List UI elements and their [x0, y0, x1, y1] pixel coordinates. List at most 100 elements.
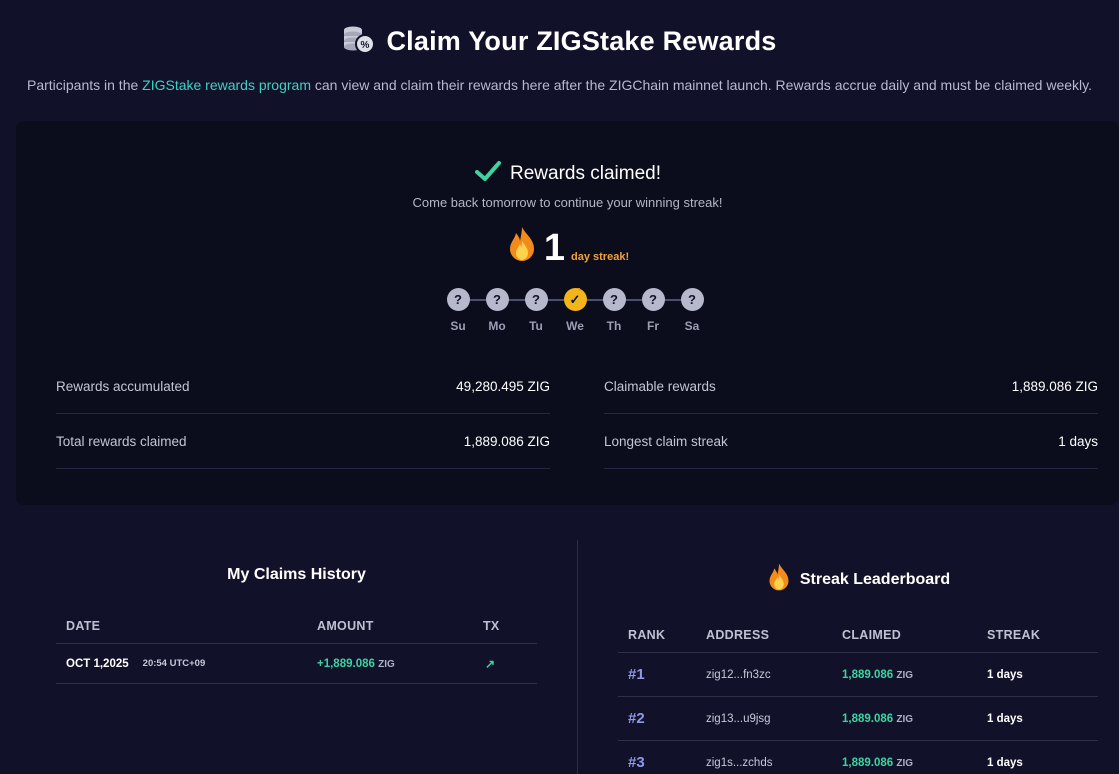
stat-row: Total rewards claimed 1,889.086 ZIG — [56, 414, 550, 469]
leaderboard-rank: #3 — [628, 754, 645, 771]
day-wednesday: ✓ We — [563, 288, 587, 333]
day-label: Su — [450, 319, 466, 333]
svg-text:%: % — [361, 40, 370, 51]
check-icon — [474, 159, 502, 188]
tx-link-icon[interactable]: ↗ — [474, 657, 534, 671]
streak-count: 1 — [543, 227, 566, 269]
stat-value: 1,889.086 ZIG — [463, 433, 550, 449]
leaderboard-streak: 1 days — [987, 668, 1023, 681]
leaderboard-rank: #2 — [628, 710, 645, 727]
week-tracker: ? Su ? Mo ? Tu ✓ We ? Th ? Fr ? Sa — [446, 288, 706, 348]
day-friday: ? Fr — [641, 288, 665, 333]
table-row: #2 zig13...u9jsg 1,889.086 ZIG 1 days — [618, 697, 1098, 741]
comeback-message: Come back tomorrow to continue your winn… — [412, 195, 723, 210]
column-header-amount: AMOUNT — [317, 618, 374, 633]
page-subtitle: Participants in the ZIGStake rewards pro… — [0, 77, 1119, 93]
day-saturday: ? Sa — [680, 288, 704, 333]
day-tuesday: ? Tu — [524, 288, 548, 333]
day-label: We — [566, 319, 584, 333]
stat-value: 49,280.495 ZIG — [456, 378, 550, 394]
page-header: % Claim Your ZIGStake Rewards Participan… — [0, 0, 1119, 93]
leaderboard-streak: 1 days — [987, 756, 1023, 769]
stats-left: Rewards accumulated 49,280.495 ZIG Total… — [56, 359, 550, 469]
subtitle-text-post: can view and claim their rewards here af… — [311, 77, 1092, 93]
amount-unit: ZIG — [378, 658, 395, 670]
day-marker: ? — [680, 288, 704, 311]
leaderboard-streak: 1 days — [987, 712, 1023, 725]
claim-time: 20:54 UTC+09 — [142, 658, 206, 669]
amount-unit: ZIG — [896, 713, 914, 725]
day-marker-completed: ✓ — [563, 288, 587, 311]
table-row: #3 zig1s...zchds 1,889.086 ZIG 1 days — [618, 741, 1098, 774]
stat-label: Total rewards claimed — [56, 433, 187, 449]
claimed-message: Rewards claimed! — [510, 162, 661, 184]
claimed-amount: 1,889.086 — [842, 668, 894, 681]
column-header-claimed: CLAIMED — [842, 627, 902, 642]
title-row: % Claim Your ZIGStake Rewards — [0, 24, 1119, 59]
day-label: Mo — [488, 319, 506, 333]
table-row: OCT 1,2025 20:54 UTC+09 +1,889.086 ZIG ↗ — [56, 644, 537, 684]
streak-display: 1 day streak! — [16, 225, 1119, 268]
leaderboard-title: Streak Leaderboard — [799, 570, 951, 588]
column-header-date: DATE — [66, 618, 101, 633]
amount-unit: ZIG — [896, 669, 914, 681]
rewards-program-link[interactable]: ZIGStake rewards program — [142, 77, 311, 93]
leaderboard-address: zig1s...zchds — [706, 756, 773, 769]
leaderboard-claimed: 1,889.086 ZIG — [842, 713, 987, 725]
leaderboard-claimed: 1,889.086 ZIG — [842, 669, 987, 681]
leaderboard-title-row: Streak Leaderboard — [618, 562, 1098, 597]
page-title: Claim Your ZIGStake Rewards — [386, 26, 777, 56]
column-header-rank: RANK — [628, 627, 666, 642]
day-label: Fr — [647, 319, 659, 333]
day-sunday: ? Su — [446, 288, 470, 333]
day-label: Sa — [684, 319, 700, 333]
stat-row: Rewards accumulated 49,280.495 ZIG — [56, 359, 550, 414]
column-header-address: ADDRESS — [706, 627, 770, 642]
subtitle-text-pre: Participants in the — [26, 77, 143, 93]
streak-leaderboard: Streak Leaderboard RANK ADDRESS CLAIMED … — [618, 562, 1098, 774]
day-monday: ? Mo — [485, 288, 509, 333]
claim-amount: +1,889.086 — [317, 657, 375, 670]
section-divider — [577, 540, 578, 774]
stat-label: Rewards accumulated — [56, 378, 190, 394]
claimed-status: Rewards claimed! — [16, 159, 1119, 188]
day-marker: ? — [524, 288, 548, 311]
stat-value: 1,889.086 ZIG — [1011, 378, 1098, 394]
claims-history: My Claims History DATE AMOUNT TX OCT 1,2… — [56, 566, 537, 684]
claimed-amount: 1,889.086 — [842, 756, 894, 769]
coins-percent-icon: % — [342, 24, 376, 59]
history-amount-cell: +1,889.086 ZIG — [306, 658, 474, 670]
table-row: #1 zig12...fn3zc 1,889.086 ZIG 1 days — [618, 653, 1098, 697]
day-label: Th — [606, 319, 622, 333]
column-header-tx: TX — [483, 618, 500, 633]
claims-history-title: My Claims History — [227, 566, 366, 583]
fire-icon — [506, 225, 538, 268]
stat-label: Claimable rewards — [604, 378, 716, 394]
leaderboard-address: zig13...u9jsg — [706, 712, 771, 725]
day-marker: ? — [641, 288, 665, 311]
rewards-status-card: Rewards claimed! Come back tomorrow to c… — [16, 121, 1119, 505]
day-marker: ? — [485, 288, 509, 311]
day-marker: ? — [446, 288, 470, 311]
history-table-header: DATE AMOUNT TX — [56, 608, 537, 644]
leaderboard-address: zig12...fn3zc — [706, 668, 771, 681]
stats-right: Claimable rewards 1,889.086 ZIG Longest … — [604, 359, 1098, 469]
day-label: Tu — [529, 319, 543, 333]
leaderboard-rank: #1 — [628, 666, 645, 683]
fire-icon — [766, 562, 792, 597]
streak-label: day streak! — [571, 251, 630, 263]
amount-unit: ZIG — [896, 757, 914, 769]
claim-date: OCT 1,2025 — [66, 657, 129, 670]
check-mark: ✓ — [569, 292, 581, 307]
stat-value: 1 days — [1058, 433, 1098, 449]
leaderboard-claimed: 1,889.086 ZIG — [842, 757, 987, 769]
day-marker: ? — [602, 288, 626, 311]
stat-label: Longest claim streak — [604, 433, 728, 449]
stat-row: Claimable rewards 1,889.086 ZIG — [604, 359, 1098, 414]
claimed-amount: 1,889.086 — [842, 712, 894, 725]
column-header-streak: STREAK — [987, 627, 1041, 642]
stat-row: Longest claim streak 1 days — [604, 414, 1098, 469]
history-date-cell: OCT 1,2025 20:54 UTC+09 — [56, 658, 306, 670]
leaderboard-table-header: RANK ADDRESS CLAIMED STREAK — [618, 617, 1098, 653]
day-thursday: ? Th — [602, 288, 626, 333]
